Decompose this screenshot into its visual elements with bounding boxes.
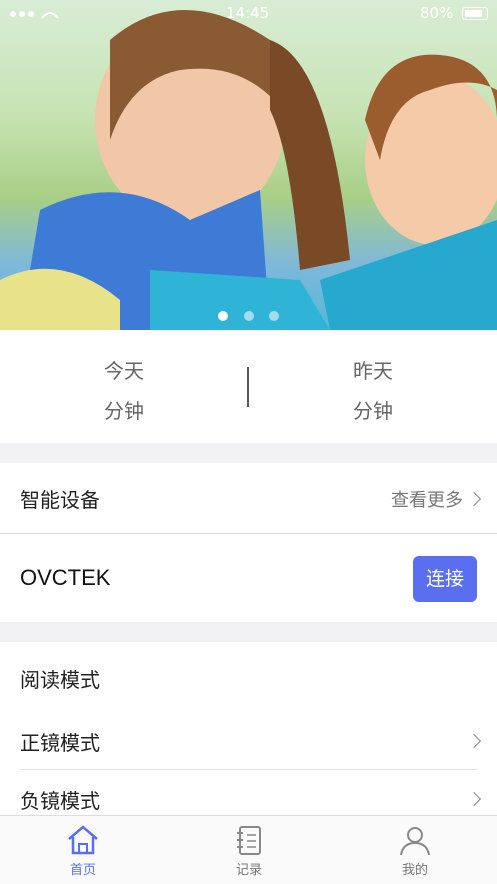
divider xyxy=(0,533,497,534)
devices-title: 智能设备 xyxy=(20,488,100,512)
tab-records[interactable]: 记录 xyxy=(166,816,332,884)
stat-today: 今天 分钟 xyxy=(0,330,248,443)
device-name: OVCTEK xyxy=(20,565,111,590)
carousel-indicator[interactable] xyxy=(0,306,497,325)
carousel-dot[interactable] xyxy=(218,311,229,321)
signal-icon xyxy=(8,6,68,24)
reading-stats: 今天 分钟 昨天 分钟 xyxy=(0,330,497,443)
stat-yesterday-unit: 分钟 xyxy=(353,399,393,423)
tab-home-label: 首页 xyxy=(69,863,96,878)
tab-profile[interactable]: 我的 xyxy=(332,816,497,884)
positive-lens-mode-item[interactable]: 正镜模式 xyxy=(20,727,100,756)
chevron-right-icon xyxy=(466,491,482,507)
tab-home[interactable]: 首页 xyxy=(0,816,166,884)
stat-today-unit: 分钟 xyxy=(104,399,144,423)
negative-lens-mode-item[interactable]: 负镜模式 xyxy=(20,785,100,814)
carousel-dot[interactable] xyxy=(243,311,254,321)
reading-mode-item[interactable]: 阅读模式 xyxy=(20,664,100,693)
stat-yesterday-label: 昨天 xyxy=(353,359,393,383)
tab-profile-label: 我的 xyxy=(401,863,428,878)
see-more-link[interactable]: 查看更多 xyxy=(391,486,482,512)
divider xyxy=(20,769,477,770)
stat-yesterday: 昨天 分钟 xyxy=(249,330,497,443)
home-icon xyxy=(68,825,98,855)
tab-bar: 首页 记录 我的 xyxy=(0,815,497,884)
carousel-dot[interactable] xyxy=(268,311,279,321)
battery-icon xyxy=(462,7,488,20)
user-icon xyxy=(400,827,430,856)
hero-banner[interactable]: 14:45 80% xyxy=(0,0,497,330)
see-more-label: 查看更多 xyxy=(391,490,463,511)
stat-today-label: 今天 xyxy=(104,359,144,383)
battery-percentage: 80% xyxy=(420,4,454,22)
status-bar: 14:45 80% xyxy=(0,0,497,26)
notebook-icon xyxy=(237,826,261,855)
connect-button[interactable]: 连接 xyxy=(413,556,477,602)
tab-records-label: 记录 xyxy=(235,863,262,878)
hero-image xyxy=(0,10,497,330)
status-time: 14:45 xyxy=(226,4,270,22)
